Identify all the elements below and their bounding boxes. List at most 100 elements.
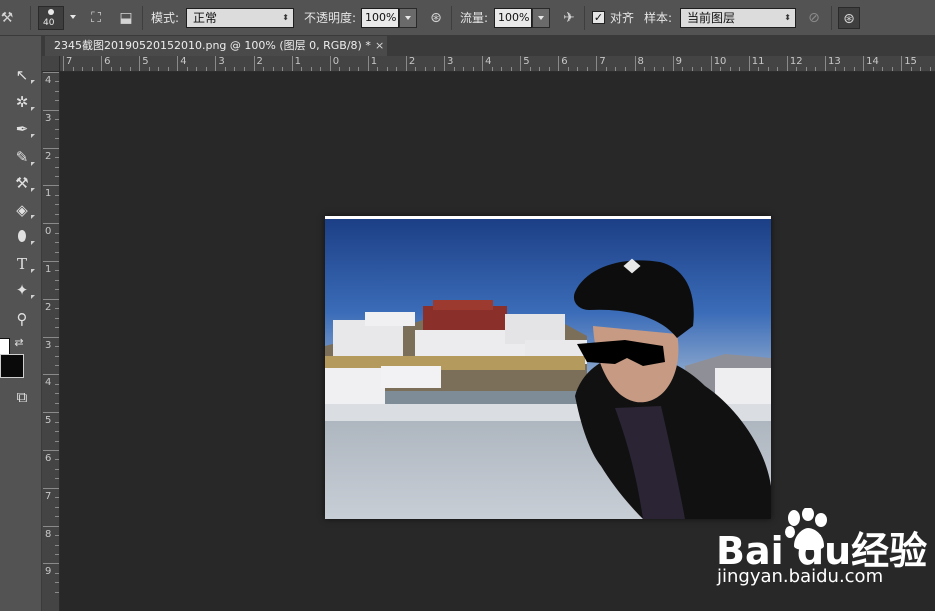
- ruler-minor-tick: [55, 383, 59, 385]
- ruler-label: 0: [45, 226, 52, 238]
- eyedropper-tool-button[interactable]: ✒: [8, 118, 36, 140]
- ruler-tick: [139, 56, 141, 71]
- ruler-minor-tick: [55, 516, 59, 518]
- ruler-minor-tick: [491, 67, 493, 71]
- ruler-minor-tick: [55, 289, 59, 291]
- clone-stamp-tool-button[interactable]: ⚒: [8, 172, 36, 194]
- brush-preset-dropdown[interactable]: [65, 8, 77, 28]
- ruler-tick: [367, 56, 369, 71]
- type-tool-button[interactable]: T: [8, 253, 36, 275]
- swap-colors-icon[interactable]: ⇄: [10, 332, 28, 354]
- ruler-minor-tick: [55, 213, 59, 215]
- screen-mode-button[interactable]: ⧉: [8, 386, 36, 408]
- ruler-minor-tick: [158, 67, 160, 71]
- ruler-minor-tick: [567, 67, 569, 71]
- ruler-label: 4: [180, 56, 187, 67]
- ruler-tick: [43, 412, 59, 414]
- align-label: 对齐: [610, 11, 635, 25]
- ruler-minor-tick: [55, 544, 59, 546]
- close-icon[interactable]: ×: [375, 36, 384, 56]
- ruler-tick: [710, 56, 712, 71]
- pressure-opacity-icon[interactable]: ⊛: [425, 7, 447, 29]
- ruler-minor-tick: [767, 67, 769, 71]
- sample-select[interactable]: 当前图层 ⬍: [680, 8, 796, 28]
- document-image[interactable]: [325, 216, 771, 519]
- brush-icon: ✎: [15, 148, 29, 166]
- ruler-minor-tick: [55, 572, 59, 574]
- clone-stamp-preset-icon[interactable]: ⚒: [0, 7, 18, 29]
- ruler-tick: [482, 56, 484, 71]
- paint-bucket-tool-button[interactable]: ◈: [8, 199, 36, 221]
- separator: [584, 6, 585, 30]
- clone-source-panel-icon[interactable]: ⬓: [115, 7, 137, 29]
- ruler-minor-tick: [310, 67, 312, 71]
- custom-shape-tool-button[interactable]: ✦: [8, 279, 36, 301]
- ruler-origin[interactable]: [42, 56, 60, 72]
- options-bar: ⚒ 40 ⛶ ⬓ 模式: 正常 ⬍ 不透明度: 100% ⊛ 流量: 100% …: [0, 0, 935, 36]
- separator: [451, 6, 452, 30]
- ruler-minor-tick: [539, 67, 541, 71]
- sample-value: 当前图层: [687, 11, 736, 25]
- pressure-size-icon[interactable]: ⊛: [838, 7, 860, 29]
- ruler-minor-tick: [55, 194, 59, 196]
- ruler-tick: [825, 56, 826, 71]
- clone-stamp-icon: ⚒: [15, 174, 29, 192]
- magic-wand-tool-button[interactable]: ✲: [8, 91, 36, 113]
- ruler-minor-tick: [110, 67, 112, 71]
- sample-label: 样本:: [644, 11, 673, 25]
- ruler-minor-tick: [196, 67, 198, 71]
- ruler-minor-tick: [910, 67, 912, 71]
- ruler-label: 1: [45, 264, 52, 275]
- ruler-minor-tick: [55, 175, 59, 177]
- ruler-minor-tick: [205, 67, 207, 71]
- ruler-minor-tick: [55, 166, 59, 168]
- ruler-minor-tick: [920, 67, 922, 71]
- ruler-label: 3: [45, 339, 52, 351]
- document-tab[interactable]: 2345截图20190520152010.png @ 100% (图层 0, R…: [45, 36, 387, 56]
- ruler-minor-tick: [55, 346, 59, 348]
- opacity-dropdown[interactable]: [399, 8, 417, 28]
- move-tool-button[interactable]: ↖: [8, 64, 36, 86]
- separator: [142, 6, 143, 30]
- vertical-ruler[interactable]: 4 3 2 1 0 1 2 3 4 5 6 7 8 9: [42, 72, 60, 611]
- ruler-minor-tick: [929, 67, 931, 71]
- ruler-label: 7: [599, 56, 606, 67]
- ruler-minor-tick: [55, 468, 59, 470]
- brush-panel-icon[interactable]: ⛶: [85, 7, 107, 29]
- ruler-minor-tick: [186, 67, 188, 71]
- ignore-adjustment-layers-icon[interactable]: ⊘: [803, 7, 825, 29]
- ruler-label: 8: [637, 56, 644, 67]
- flow-dropdown[interactable]: [532, 8, 550, 28]
- smudge-tool-button[interactable]: ⬮: [8, 225, 36, 247]
- brush-tool-button[interactable]: ✎: [8, 146, 36, 168]
- ruler-minor-tick: [424, 67, 426, 71]
- ruler-minor-tick: [55, 535, 59, 537]
- ruler-minor-tick: [55, 393, 59, 395]
- ruler-label: 9: [675, 56, 682, 67]
- brush-preset-picker[interactable]: 40: [38, 6, 64, 30]
- ruler-minor-tick: [844, 67, 846, 71]
- ruler-minor-tick: [224, 67, 226, 71]
- flow-input[interactable]: 100%: [494, 8, 532, 28]
- zoom-tool-button[interactable]: ⚲: [8, 308, 36, 330]
- ruler-minor-tick: [386, 67, 388, 71]
- ruler-minor-tick: [853, 67, 855, 71]
- mode-select[interactable]: 正常 ⬍: [186, 8, 294, 28]
- ruler-minor-tick: [510, 67, 512, 71]
- ruler-minor-tick: [282, 67, 284, 71]
- opacity-label: 不透明度:: [304, 11, 357, 25]
- ruler-minor-tick: [55, 459, 59, 461]
- horizontal-ruler[interactable]: 7 6 5 4 3 2 1 0 1 2 3 4 5 6 7 8 9 10 11 12 13 14 15: [60, 56, 935, 72]
- document-tab-bar: 2345截图20190520152010.png @ 100% (图层 0, R…: [42, 36, 935, 56]
- ruler-minor-tick: [834, 67, 836, 71]
- ruler-minor-tick: [55, 591, 59, 593]
- ruler-tick: [43, 109, 59, 111]
- ruler-minor-tick: [739, 67, 741, 71]
- align-checkbox[interactable]: ✓: [592, 11, 605, 24]
- ruler-tick: [43, 261, 59, 262]
- ruler-minor-tick: [663, 67, 665, 71]
- eyedropper-icon: ✒: [15, 120, 29, 138]
- background-color-swatch[interactable]: [0, 354, 24, 378]
- airbrush-icon[interactable]: ✈: [558, 7, 580, 29]
- opacity-input[interactable]: 100%: [361, 8, 399, 28]
